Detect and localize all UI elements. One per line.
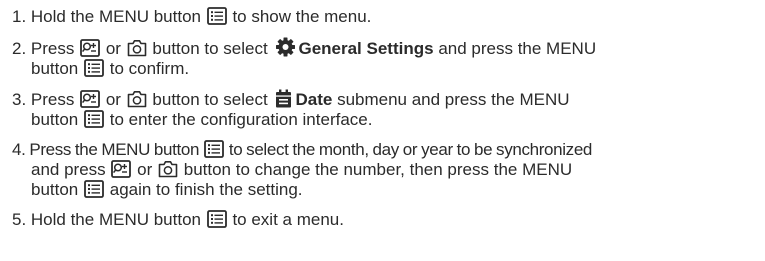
step-3-text-b: button to select [152,90,268,109]
step-4-text-a: 4. Press the MENU button [12,140,200,159]
step-5-text-b: to exit a menu. [232,210,344,229]
step-4-or: or [137,160,153,179]
menu-list-icon [84,59,104,77]
camera-icon [158,160,178,178]
step-5-text-a: 5. Hold the MENU button [12,210,201,229]
gear-icon [275,37,296,57]
menu-list-icon [207,210,227,228]
step-3-text-d: button [31,110,79,129]
step-3-or: or [105,90,121,109]
general-settings-label: General Settings [298,39,434,58]
step-2-text-a: 2. Press [12,39,75,58]
menu-list-icon [84,180,104,198]
date-calendar-icon [275,89,292,108]
step-4: 4. Press the MENU button to select the m… [12,140,757,200]
step-3-text-e: to enter the configuration interface. [109,110,373,129]
step-5: 5. Hold the MENU button to exit a menu. [12,210,757,230]
instruction-steps: 1. Hold the MENU button to show the menu… [0,0,765,230]
step-4-text-b: to select the month, day or year to be s… [228,140,593,159]
step-1: 1. Hold the MENU button to show the menu… [12,7,757,27]
camera-icon [127,39,147,57]
step-2-text-d: button [31,59,79,78]
camera-icon [127,90,147,108]
step-2-text-c: and press the MENU [438,39,597,58]
step-4-text-f: again to finish the setting. [109,180,303,199]
step-1-text-a: 1. Hold the MENU button [12,7,201,26]
step-2-text-e: to confirm. [109,59,190,78]
step-4-text-e: button [31,180,79,199]
zoom-plus-minus-icon [111,160,131,178]
step-3: 3. Press or button to select Date submen… [12,89,757,130]
zoom-plus-minus-icon [80,90,100,108]
step-2-or: or [105,39,121,58]
step-2: 2. Press or button to select General Set… [12,37,757,79]
menu-list-icon [204,140,224,158]
menu-list-icon [84,110,104,128]
step-3-text-a: 3. Press [12,90,75,109]
step-3-text-c: submenu and press the MENU [337,90,570,109]
zoom-plus-minus-icon [80,39,100,57]
menu-list-icon [207,7,227,25]
date-label: Date [295,90,333,109]
step-1-text-b: to show the menu. [232,7,372,26]
step-4-text-c: and press [31,160,106,179]
step-2-text-b: button to select [152,39,268,58]
step-4-text-d: button to change the number, then press … [183,160,573,179]
